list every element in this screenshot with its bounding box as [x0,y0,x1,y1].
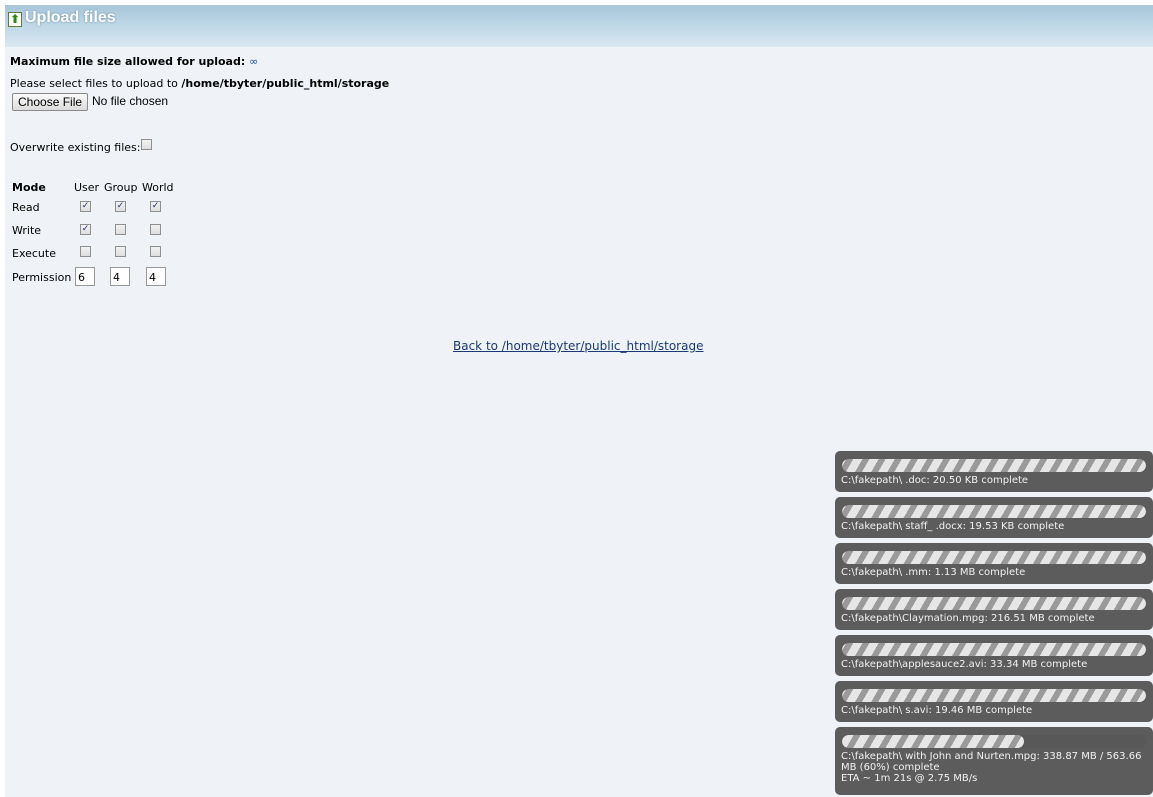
max-file-size-label: Maximum file size allowed for upload: [10,55,246,68]
page-title: Upload files [25,9,116,26]
max-file-size-value: ∞ [249,55,259,68]
upload-destination-path: /home/tbyter/public_html/storage [181,77,390,90]
upload-item: C:\fakepath\ .mm: 1.13 MB complete [835,543,1153,584]
upload-status-text: C:\fakepath\ .mm: 1.13 MB complete [841,567,1026,578]
progress-fill [842,459,1146,472]
progress-bar [842,597,1146,610]
write-group-checkbox[interactable] [115,224,126,235]
page-content: ⬆ Upload files Maximum file size allowed… [5,5,1153,797]
progress-bar [842,643,1146,656]
world-header: World [142,181,174,194]
back-link[interactable]: Back to /home/tbyter/public_html/storage [453,339,703,353]
read-world-checkbox[interactable]: ✓ [150,201,161,212]
write-user-checkbox[interactable]: ✓ [80,224,91,235]
progress-fill [842,689,1146,702]
upload-progress-text: C:\fakepath\ with John and Nurten.mpg: 3… [841,751,1142,773]
progress-bar [842,459,1146,472]
user-header: User [74,181,100,194]
upload-item: C:\fakepath\applesauce2.avi: 33.34 MB co… [835,635,1153,676]
overwrite-checkbox[interactable] [141,139,152,150]
upload-status-text: C:\fakepath\ s.avi: 19.46 MB complete [841,705,1033,716]
upload-status-text: C:\fakepath\ with John and Nurten.mpg: 3… [841,751,1147,784]
permission-user-input[interactable] [75,267,95,286]
progress-fill [842,505,1146,518]
upload-arrow-icon: ⬆ [8,12,22,27]
upload-eta-text: ETA ~ 1m 21s @ 2.75 MB/s [841,773,978,784]
upload-status-text: C:\fakepath\ staff_ .docx: 19.53 KB comp… [841,521,1065,532]
progress-fill [842,597,1146,610]
upload-status-text: C:\fakepath\ .doc: 20.50 KB complete [841,475,1029,486]
permission-label: Permission [12,271,72,284]
execute-group-checkbox[interactable] [115,246,126,257]
execute-label: Execute [12,247,56,260]
write-label: Write [12,224,42,237]
permission-group-input[interactable] [110,267,130,286]
write-world-checkbox[interactable] [150,224,161,235]
upload-destination: Please select files to upload to /home/t… [10,77,389,90]
upload-status-text: C:\fakepath\applesauce2.avi: 33.34 MB co… [841,659,1088,670]
overwrite-label: Overwrite existing files: [10,141,141,154]
progress-fill [842,735,1025,748]
progress-fill [842,643,1146,656]
execute-world-checkbox[interactable] [150,246,161,257]
permission-world-input[interactable] [146,267,166,286]
execute-user-checkbox[interactable] [80,246,91,257]
upload-item: C:\fakepath\Claymation.mpg: 216.51 MB co… [835,589,1153,630]
max-file-size: Maximum file size allowed for upload: ∞ [10,55,258,68]
progress-fill [842,551,1146,564]
mode-header: Mode [12,181,46,194]
progress-bar [842,689,1146,702]
upload-item: C:\fakepath\ staff_ .docx: 19.53 KB comp… [835,497,1153,538]
progress-bar [842,505,1146,518]
progress-bar [842,551,1146,564]
progress-bar [842,735,1146,748]
upload-item-in-progress: C:\fakepath\ with John and Nurten.mpg: 3… [835,727,1153,795]
upload-item: C:\fakepath\ .doc: 20.50 KB complete [835,451,1153,492]
upload-item: C:\fakepath\ s.avi: 19.46 MB complete [835,681,1153,722]
group-header: Group [104,181,138,194]
choose-file-button[interactable]: Choose File [12,93,89,111]
read-label: Read [12,201,40,214]
upload-status-text: C:\fakepath\Claymation.mpg: 216.51 MB co… [841,613,1095,624]
title-bar: ⬆ Upload files [5,5,1153,47]
upload-destination-prefix: Please select files to upload to [10,77,178,90]
read-user-checkbox[interactable]: ✓ [80,201,91,212]
file-chosen-status: No file chosen [92,94,169,108]
read-group-checkbox[interactable]: ✓ [115,201,126,212]
